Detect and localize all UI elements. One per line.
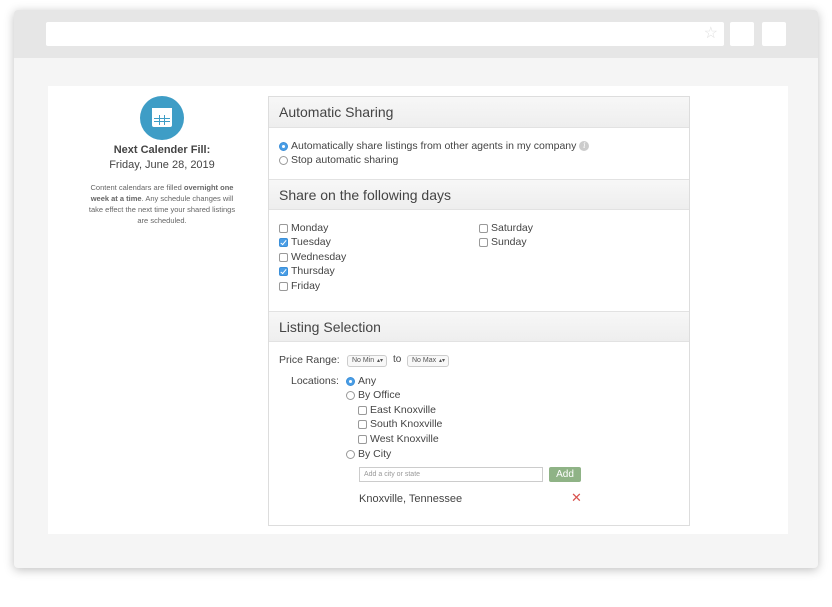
info-icon[interactable]: i <box>579 141 590 151</box>
checkbox[interactable] <box>479 237 488 247</box>
city-input[interactable]: Add a city or state <box>359 467 543 482</box>
settings-panel: Automatic Sharing Automatically share li… <box>268 96 690 526</box>
listing-selection-header: Listing Selection <box>269 311 689 342</box>
select-arrows-icon: ▴▾ <box>438 358 445 364</box>
add-city-button[interactable]: Add <box>549 467 581 482</box>
price-range-label: Price Range: <box>279 354 340 366</box>
checkbox[interactable] <box>358 434 367 444</box>
automatic-sharing-header: Automatic Sharing <box>269 97 689 128</box>
day-saturday[interactable]: Saturday <box>479 222 533 234</box>
checkbox[interactable] <box>279 223 288 233</box>
radio-selected-icon[interactable] <box>279 141 288 151</box>
next-fill-date: Friday, June 28, 2019 <box>109 159 215 171</box>
min-price-select[interactable]: No Min ▴▾ <box>347 355 387 367</box>
to-label: to <box>393 354 402 365</box>
location-any-option[interactable]: Any <box>346 375 376 387</box>
checkbox[interactable] <box>479 223 488 233</box>
office-east-knoxville[interactable]: East Knoxville <box>358 404 436 416</box>
page-content: Next Calender Fill: Friday, June 28, 201… <box>48 86 788 534</box>
checkbox[interactable] <box>358 419 367 429</box>
day-thursday[interactable]: Thursday <box>279 265 335 277</box>
stop-share-option[interactable]: Stop automatic sharing <box>279 154 398 166</box>
calendar-note: Content calendars are filled overnight o… <box>88 183 236 225</box>
address-bar[interactable]: ☆ <box>46 22 724 46</box>
day-tuesday[interactable]: Tuesday <box>279 236 331 248</box>
browser-window: ☆ Next Calender Fill: Friday, June 28, 2… <box>14 10 818 568</box>
calendar-icon <box>140 96 184 140</box>
day-monday[interactable]: Monday <box>279 222 328 234</box>
office-west-knoxville[interactable]: West Knoxville <box>358 433 439 445</box>
browser-button[interactable] <box>730 22 754 46</box>
radio-selected-icon[interactable] <box>346 376 355 386</box>
checkbox[interactable] <box>358 405 367 415</box>
location-by-office-option[interactable]: By Office <box>346 389 400 401</box>
browser-toolbar: ☆ <box>14 10 818 58</box>
locations-label: Locations: <box>291 375 339 387</box>
day-sunday[interactable]: Sunday <box>479 236 527 248</box>
day-friday[interactable]: Friday <box>279 280 320 292</box>
city-list-item: Knoxville, Tennessee <box>359 493 463 505</box>
checkbox-checked[interactable] <box>279 237 288 247</box>
auto-share-option[interactable]: Automatically share listings from other … <box>279 140 590 152</box>
location-by-city-option[interactable]: By City <box>346 448 391 460</box>
remove-icon[interactable]: ✕ <box>571 490 582 506</box>
checkbox[interactable] <box>279 281 288 291</box>
browser-button[interactable] <box>762 22 786 46</box>
days-header: Share on the following days <box>269 179 689 210</box>
radio-icon[interactable] <box>346 449 355 459</box>
checkbox-checked[interactable] <box>279 266 288 276</box>
next-fill-label: Next Calender Fill: <box>113 144 211 156</box>
radio-icon[interactable] <box>279 155 288 165</box>
office-south-knoxville[interactable]: South Knoxville <box>358 418 442 430</box>
star-icon[interactable]: ☆ <box>704 25 718 43</box>
select-arrows-icon: ▴▾ <box>376 358 383 364</box>
radio-icon[interactable] <box>346 390 355 400</box>
max-price-select[interactable]: No Max ▴▾ <box>407 355 449 367</box>
day-wednesday[interactable]: Wednesday <box>279 251 346 263</box>
checkbox[interactable] <box>279 252 288 262</box>
